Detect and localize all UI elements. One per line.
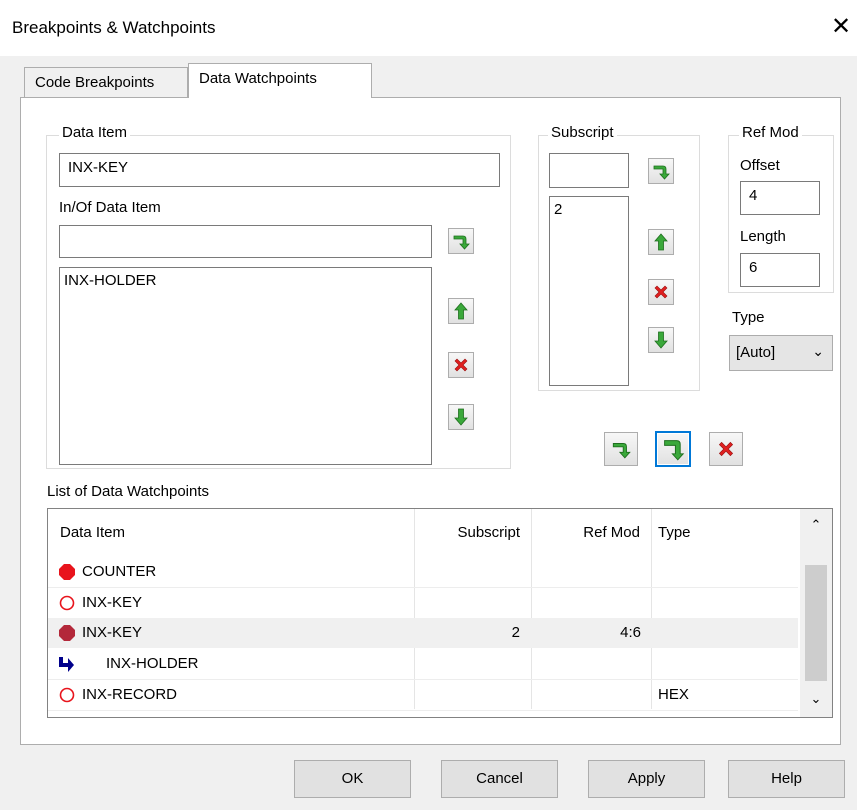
add-subscript-button[interactable] — [648, 158, 674, 184]
in-of-data-item-label: In/Of Data Item — [59, 199, 161, 216]
offset-input[interactable]: 4 — [740, 181, 820, 215]
subscript-list[interactable]: 2 — [549, 196, 629, 386]
subscript-delete-button[interactable] — [648, 279, 674, 305]
list-item[interactable]: INX-HOLDER — [64, 272, 427, 289]
hollow-circle-icon — [59, 595, 75, 611]
cell-type: HEX — [658, 686, 689, 703]
chevron-down-icon: ⌄ — [812, 343, 824, 359]
subscript-down-button[interactable] — [648, 327, 674, 353]
table-row-selected[interactable]: INX-KEY 2 4:6 — [48, 618, 798, 648]
data-item-input[interactable]: INX-KEY — [59, 153, 500, 187]
subscript-group-label: Subscript — [548, 124, 617, 141]
table-row[interactable]: COUNTER — [48, 557, 798, 587]
refmod-group-label: Ref Mod — [739, 124, 802, 141]
add-in-of-button[interactable] — [448, 228, 474, 254]
arrow-up-icon — [451, 301, 471, 321]
length-input[interactable]: 6 — [740, 253, 820, 287]
list-item[interactable]: 2 — [554, 201, 624, 218]
scrollbar-thumb[interactable] — [805, 565, 827, 681]
arrow-down-icon — [451, 407, 471, 427]
cancel-button[interactable]: Cancel — [441, 760, 558, 798]
filled-stop-dark-icon — [59, 625, 75, 641]
replace-arrow-icon — [661, 437, 685, 461]
cell-data-item: INX-HOLDER — [106, 655, 199, 672]
type-label: Type — [732, 309, 765, 326]
column-header-data-item[interactable]: Data Item — [60, 509, 125, 557]
type-select[interactable]: [Auto] ⌄ — [729, 335, 833, 371]
add-arrow-icon — [451, 231, 471, 251]
in-of-list[interactable]: INX-HOLDER — [59, 267, 432, 465]
window-title: Breakpoints & Watchpoints — [12, 18, 216, 37]
column-header-subscript[interactable]: Subscript — [415, 509, 528, 557]
cell-subscript: 2 — [511, 624, 520, 641]
cell-data-item: INX-RECORD — [82, 686, 178, 703]
cell-refmod: 4:6 — [620, 624, 641, 641]
blue-arrow-icon — [59, 657, 74, 672]
add-arrow-icon — [610, 438, 632, 460]
filled-stop-icon — [59, 564, 75, 580]
replace-watchpoint-button[interactable] — [655, 431, 691, 467]
add-arrow-icon — [651, 161, 671, 181]
column-header-type[interactable]: Type — [658, 509, 691, 557]
ok-button[interactable]: OK — [294, 760, 411, 798]
cell-data-item: INX-KEY — [82, 594, 143, 611]
length-label: Length — [740, 228, 786, 245]
table-row[interactable]: INX-KEY — [48, 588, 798, 618]
delete-in-of-button[interactable] — [448, 352, 474, 378]
move-up-button[interactable] — [448, 298, 474, 324]
in-of-data-item-input[interactable] — [59, 225, 432, 258]
scroll-down-icon[interactable]: ⌄ — [800, 691, 832, 707]
cell-data-item: COUNTER — [82, 563, 157, 580]
apply-button[interactable]: Apply — [588, 760, 705, 798]
arrow-up-icon — [651, 232, 671, 252]
type-select-value: [Auto] — [736, 344, 776, 361]
watchpoints-table[interactable]: Data Item Subscript Ref Mod Type COUNTER… — [47, 508, 833, 718]
delete-icon — [451, 355, 471, 375]
vertical-scrollbar[interactable]: ⌃ ⌄ — [800, 509, 832, 717]
delete-watchpoint-button[interactable] — [709, 432, 743, 466]
data-item-group-label: Data Item — [59, 124, 131, 141]
subscript-up-button[interactable] — [648, 229, 674, 255]
delete-icon — [651, 282, 671, 302]
close-icon[interactable]: ✕ — [826, 12, 856, 42]
tab-data-watchpoints[interactable]: Data Watchpoints — [188, 63, 372, 98]
hollow-circle-icon — [59, 687, 75, 703]
cell-data-item: INX-KEY — [82, 624, 143, 641]
arrow-down-icon — [651, 330, 671, 350]
tab-code-breakpoints[interactable]: Code Breakpoints — [24, 67, 188, 99]
delete-icon — [715, 438, 737, 460]
table-row[interactable]: INX-RECORD HEX — [48, 680, 798, 710]
row-divider — [48, 710, 798, 711]
add-watchpoint-button[interactable] — [604, 432, 638, 466]
move-down-button[interactable] — [448, 404, 474, 430]
subscript-input[interactable] — [549, 153, 629, 188]
column-header-refmod[interactable]: Ref Mod — [532, 509, 648, 557]
offset-label: Offset — [740, 157, 780, 174]
table-row[interactable]: INX-HOLDER — [48, 649, 798, 679]
watchpoints-list-label: List of Data Watchpoints — [47, 483, 210, 500]
help-button[interactable]: Help — [728, 760, 845, 798]
scroll-up-icon[interactable]: ⌃ — [800, 517, 832, 533]
